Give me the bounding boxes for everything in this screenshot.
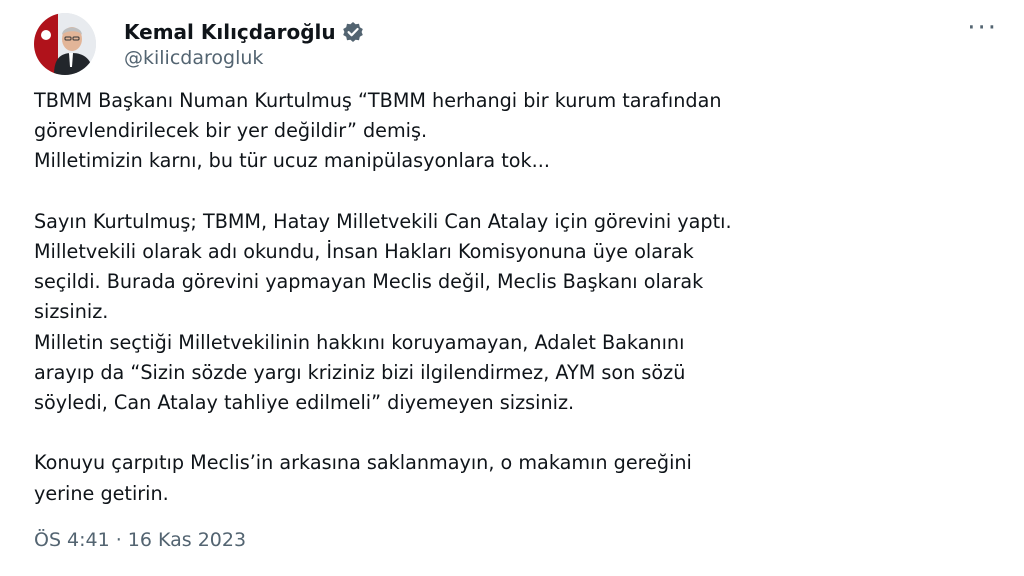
tweet-line: sizsiniz. xyxy=(34,300,109,324)
more-options-icon[interactable]: ··· xyxy=(967,15,998,41)
tweet-header: Kemal Kılıçdaroğlu @kilicdarogluk xyxy=(34,13,364,75)
author-display-name[interactable]: Kemal Kılıçdaroğlu xyxy=(124,20,336,44)
tweet-line: TBMM Başkanı Numan Kurtulmuş “TBMM herha… xyxy=(34,89,722,112)
tweet-line: Milletimizin karnı, bu tür ucuz manipüla… xyxy=(34,149,550,173)
author-handle[interactable]: @kilicdarogluk xyxy=(124,47,364,69)
avatar[interactable] xyxy=(34,13,96,75)
tweet-line: Sayın Kurtulmuş; TBMM, Hatay Milletvekil… xyxy=(34,209,732,233)
tweet-text: TBMM Başkanı Numan Kurtulmuş “TBMM herha… xyxy=(34,86,994,509)
tweet-line: Konuyu çarpıtıp Meclis’in arkasına sakla… xyxy=(34,451,692,475)
tweet-date: 16 Kas 2023 xyxy=(127,529,247,551)
tweet-line: seçildi. Burada görevini yapmayan Meclis… xyxy=(34,270,704,294)
tweet-line: Milletin seçtiği Milletvekilinin hakkını… xyxy=(34,330,685,354)
verified-badge-icon xyxy=(342,21,364,43)
tweet-timestamp[interactable]: ÖS 4:41 · 16 Kas 2023 xyxy=(34,529,246,551)
tweet-line: arayıp da “Sizin sözde yargı kriziniz bi… xyxy=(34,360,686,384)
name-row: Kemal Kılıçdaroğlu xyxy=(124,20,364,44)
tweet-line: Milletvekili olarak adı okundu, İnsan Ha… xyxy=(34,240,694,263)
tweet-line: söyledi, Can Atalay tahliye edilmeli” di… xyxy=(34,391,575,415)
tweet-line: yerine getirin. xyxy=(34,481,169,505)
tweet-card: Kemal Kılıçdaroğlu @kilicdarogluk ··· TB… xyxy=(0,0,1024,576)
meta-separator: · xyxy=(115,529,122,551)
tweet-line: görevlendirilecek bir yer değildir” demi… xyxy=(34,119,428,143)
author-block: Kemal Kılıçdaroğlu @kilicdarogluk xyxy=(124,13,364,75)
avatar-image xyxy=(34,13,96,75)
tweet-time: ÖS 4:41 xyxy=(34,529,110,551)
